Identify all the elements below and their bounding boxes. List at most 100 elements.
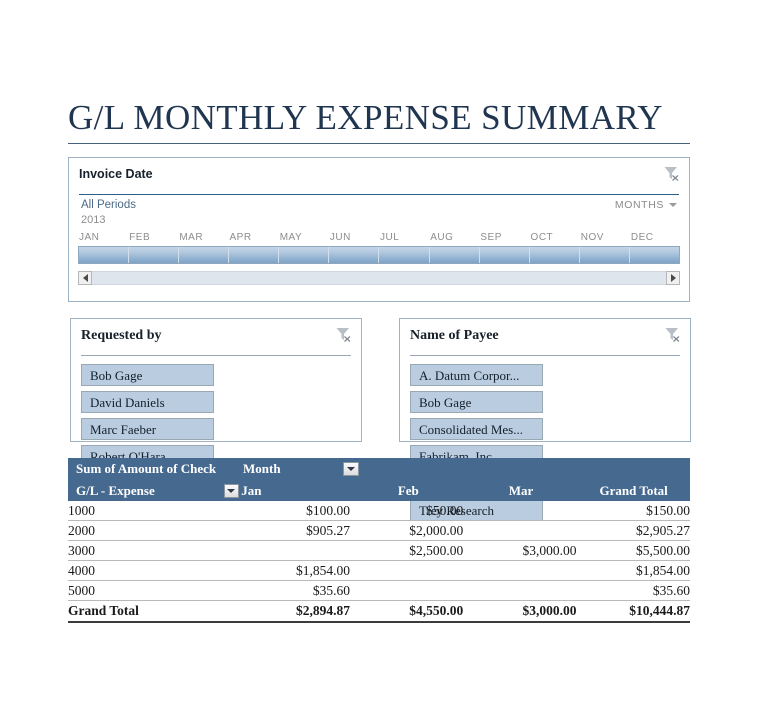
pivot-column-header: Grand Total bbox=[599, 482, 668, 498]
timeline-segment-jan[interactable] bbox=[79, 247, 130, 263]
pivot-column-header: Feb bbox=[397, 482, 419, 498]
slicer-requested-by[interactable]: Requested by Bob Gage David Daniels Marc… bbox=[70, 318, 362, 494]
pivot-header-row-2: G/L - Expense Jan Feb Mar Grand Total bbox=[68, 480, 690, 501]
pivot-column-header: Jan bbox=[241, 482, 262, 498]
row-value: $2,500.00 bbox=[350, 540, 464, 561]
timeline-scroll-track[interactable] bbox=[92, 271, 666, 285]
timeline-month-label: JUL bbox=[380, 232, 400, 243]
slicer-item[interactable]: A. Datum Corpor... bbox=[410, 364, 543, 386]
row-value: $50.00 bbox=[350, 501, 464, 521]
timeline-slicer[interactable]: Invoice Date All Periods MONTHS 2013 JAN… bbox=[68, 157, 690, 302]
timeline-month-label: AUG bbox=[430, 232, 454, 243]
pivot-header: Sum of Amount of Check Month G/L - Expen… bbox=[68, 458, 690, 501]
table-row: 2000 $905.27 $2,000.00 $2,905.27 bbox=[68, 520, 690, 541]
slicer-header: Name of Payee bbox=[400, 319, 690, 349]
timeline-month-label: FEB bbox=[129, 232, 151, 243]
timeline-segment-apr[interactable] bbox=[229, 247, 280, 263]
timeline-year-label: 2013 bbox=[81, 214, 106, 226]
row-value bbox=[350, 580, 464, 601]
table-row: 4000 $1,854.00 $1,854.00 bbox=[68, 560, 690, 581]
row-value bbox=[463, 580, 577, 601]
slicer-item[interactable]: David Daniels bbox=[81, 391, 214, 413]
row-value bbox=[463, 501, 577, 521]
row-label: 1000 bbox=[68, 501, 237, 521]
grand-total-value: $10,444.87 bbox=[576, 600, 690, 623]
slicer-name-of-payee[interactable]: Name of Payee A. Datum Corpor... Bob Gag… bbox=[399, 318, 691, 521]
timeline-level-selector[interactable]: MONTHS bbox=[615, 199, 677, 211]
timeline-month-label: JUN bbox=[329, 232, 351, 243]
timeline-month-label: SEP bbox=[480, 232, 502, 243]
row-label: 4000 bbox=[68, 560, 237, 581]
timeline-segment-may[interactable] bbox=[279, 247, 330, 263]
timeline-title: Invoice Date bbox=[79, 167, 153, 181]
slicer-title: Name of Payee bbox=[410, 328, 499, 343]
timeline-segment-mar[interactable] bbox=[179, 247, 230, 263]
row-value bbox=[463, 560, 577, 581]
timeline-segment-jul[interactable] bbox=[379, 247, 430, 263]
timeline-segment-oct[interactable] bbox=[530, 247, 580, 263]
timeline-month-label: OCT bbox=[530, 232, 554, 243]
pivot-column-field-label: Month bbox=[243, 461, 281, 476]
triangle-left-icon[interactable] bbox=[78, 271, 92, 285]
chevron-down-icon bbox=[669, 203, 677, 207]
timeline-month-label: JAN bbox=[79, 232, 100, 243]
filter-dropdown-icon[interactable] bbox=[223, 483, 240, 498]
row-value: $905.27 bbox=[236, 520, 351, 541]
row-label: 2000 bbox=[68, 520, 237, 541]
timeline-segment-dec[interactable] bbox=[630, 247, 679, 263]
timeline-segment-feb[interactable] bbox=[129, 247, 180, 263]
row-value: $150.00 bbox=[576, 501, 690, 521]
timeline-subheader: All Periods MONTHS bbox=[69, 195, 689, 211]
slicer-item[interactable]: Marc Faeber bbox=[81, 418, 214, 440]
pivot-row-field-label: G/L - Expense bbox=[76, 482, 155, 498]
timeline-month-label: MAY bbox=[279, 232, 303, 243]
triangle-right-icon[interactable] bbox=[666, 271, 680, 285]
table-row: 5000 $35.60 $35.60 bbox=[68, 580, 690, 601]
timeline-month-label: MAR bbox=[179, 232, 204, 243]
clear-filter-funnel-icon[interactable] bbox=[662, 164, 680, 182]
timeline-selection-bar[interactable] bbox=[78, 246, 680, 264]
row-value: $2,000.00 bbox=[350, 520, 464, 541]
slicer-header: Requested by bbox=[71, 319, 361, 349]
timeline-segment-jun[interactable] bbox=[329, 247, 380, 263]
row-value: $100.00 bbox=[236, 501, 351, 521]
page-title-block: G/L MONTHLY EXPENSE SUMMARY bbox=[68, 99, 690, 144]
slicer-title: Requested by bbox=[81, 328, 162, 343]
timeline-header: Invoice Date bbox=[69, 158, 689, 188]
grand-total-value: $2,894.87 bbox=[236, 600, 351, 623]
timeline-segment-sep[interactable] bbox=[480, 247, 530, 263]
row-value: $3,000.00 bbox=[463, 540, 577, 561]
title-divider bbox=[68, 142, 690, 144]
grand-total-value: $4,550.00 bbox=[350, 600, 464, 623]
row-label: 3000 bbox=[68, 540, 237, 561]
timeline-all-periods-label: All Periods bbox=[81, 199, 136, 211]
row-value: $35.60 bbox=[576, 580, 690, 601]
clear-filter-funnel-icon[interactable] bbox=[334, 325, 352, 343]
row-value: $2,905.27 bbox=[576, 520, 690, 541]
timeline-level-label: MONTHS bbox=[614, 199, 664, 211]
pivot-table: Sum of Amount of Check Month G/L - Expen… bbox=[68, 458, 690, 623]
row-value: $5,500.00 bbox=[576, 540, 690, 561]
row-value: $1,854.00 bbox=[576, 560, 690, 581]
clear-filter-funnel-icon[interactable] bbox=[663, 325, 681, 343]
timeline-month-label: DEC bbox=[630, 232, 654, 243]
row-value bbox=[236, 540, 351, 561]
timeline-segment-nov[interactable] bbox=[580, 247, 630, 263]
pivot-body: 1000 $100.00 $50.00 $150.00 2000 $905.27… bbox=[68, 501, 690, 623]
filter-dropdown-icon[interactable] bbox=[343, 462, 359, 476]
pivot-header-row-1: Sum of Amount of Check Month bbox=[68, 458, 690, 480]
row-value: $1,854.00 bbox=[236, 560, 351, 581]
pivot-value-field-label: Sum of Amount of Check bbox=[76, 461, 217, 476]
timeline-scrollbar[interactable] bbox=[78, 271, 680, 285]
timeline-month-labels: JAN FEB MAR APR MAY JUN JUL AUG SEP OCT … bbox=[78, 232, 680, 243]
slicer-item[interactable]: Consolidated Mes... bbox=[410, 418, 543, 440]
pivot-column-header: Mar bbox=[508, 482, 534, 498]
timeline-month-label: APR bbox=[229, 232, 252, 243]
row-value: $35.60 bbox=[236, 580, 351, 601]
slicer-item[interactable]: Bob Gage bbox=[81, 364, 214, 386]
row-value bbox=[463, 520, 577, 541]
table-row: 1000 $100.00 $50.00 $150.00 bbox=[68, 501, 690, 521]
timeline-month-label: NOV bbox=[580, 232, 604, 243]
slicer-item[interactable]: Bob Gage bbox=[410, 391, 543, 413]
timeline-segment-aug[interactable] bbox=[430, 247, 480, 263]
